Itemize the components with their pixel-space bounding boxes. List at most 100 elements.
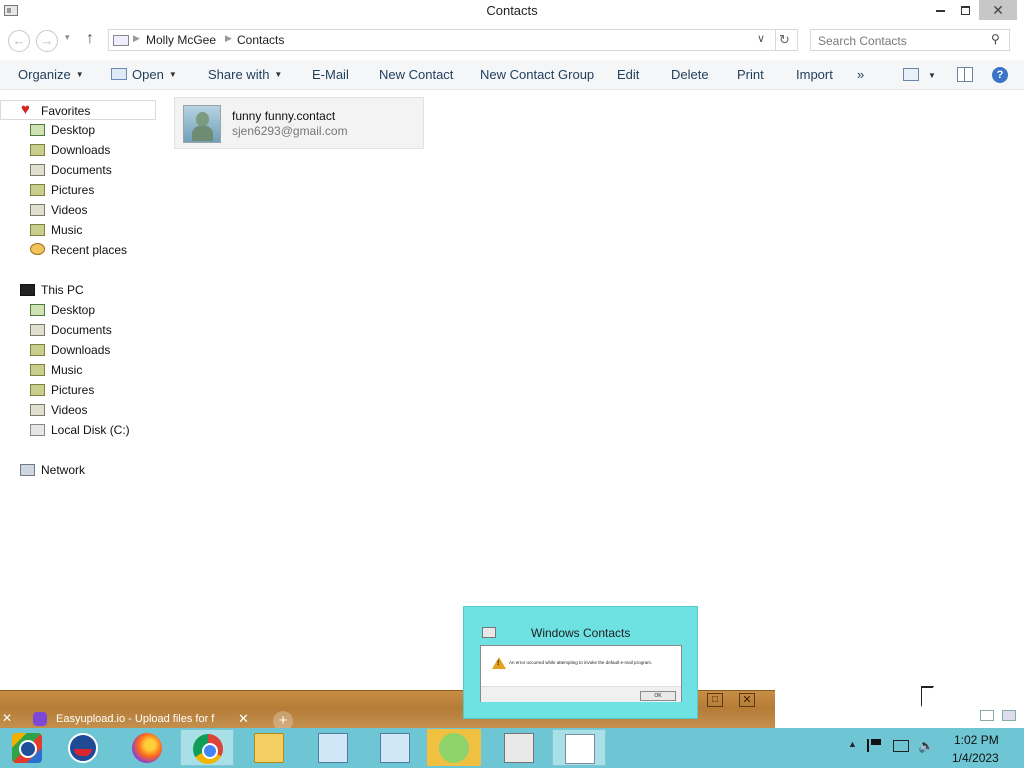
taskbar-app-obama[interactable] — [56, 729, 110, 766]
preview-pane-icon[interactable] — [957, 67, 973, 82]
nav-label: Local Disk (C:) — [51, 423, 130, 437]
taskbar-app-file-explorer[interactable] — [242, 729, 296, 766]
dialog-title: Windows Contacts — [531, 626, 631, 640]
show-hidden-icons-icon[interactable]: ▲ — [848, 739, 857, 749]
address-dropdown-icon[interactable]: ∨ — [757, 32, 765, 45]
browser-maximize-icon[interactable]: □ — [707, 693, 723, 707]
print-button[interactable]: Print — [737, 67, 764, 82]
taskbar-app-network-setup[interactable] — [306, 729, 360, 766]
restore-icon — [960, 6, 970, 15]
taskbar-app-chrome-profile[interactable] — [0, 729, 54, 766]
browser-tab-title[interactable]: Easyupload.io - Upload files for f — [56, 713, 231, 725]
share-dropdown-icon: ▼ — [274, 70, 283, 79]
import-button[interactable]: Import — [796, 67, 833, 82]
refresh-icon[interactable]: ↻ — [779, 32, 790, 48]
nav-label: Videos — [51, 203, 88, 217]
maximize-button[interactable] — [950, 0, 980, 20]
clock-date[interactable]: 1/4/2023 — [952, 751, 999, 765]
ok-button[interactable]: OK — [640, 691, 676, 701]
desktop-icon — [30, 304, 45, 316]
open-dropdown-icon: ▼ — [168, 70, 177, 79]
search-box[interactable]: Search Contacts ⚲ — [810, 29, 1010, 51]
browser-close-icon[interactable]: ✕ — [739, 693, 755, 707]
new-contact-button[interactable]: New Contact — [379, 67, 453, 82]
nav-fav-music[interactable]: Music — [0, 220, 156, 240]
forward-button[interactable]: → — [36, 30, 58, 52]
taskbar-app-contacts[interactable] — [427, 729, 481, 766]
nav-this-pc[interactable]: This PC — [0, 280, 156, 300]
nav-label: Recent places — [51, 243, 128, 257]
organize-button[interactable]: Organize ▼ — [18, 67, 84, 82]
nav-fav-desktop[interactable]: Desktop — [0, 120, 156, 140]
nav-pc-music[interactable]: Music — [0, 360, 156, 380]
nav-pc-videos[interactable]: Videos — [0, 400, 156, 420]
browser-close-tabs-icon[interactable]: ✕ — [2, 711, 12, 725]
taskbar-app-document[interactable] — [552, 729, 606, 766]
screen-icon — [504, 733, 534, 763]
email-button[interactable]: E-Mail — [312, 67, 349, 82]
new-contact-group-button[interactable]: New Contact Group — [480, 67, 594, 82]
change-view-icon[interactable] — [903, 68, 919, 81]
delete-button[interactable]: Delete — [671, 67, 709, 82]
edit-button[interactable]: Edit — [617, 67, 639, 82]
obama-icon — [68, 733, 98, 763]
pictures-folder-icon — [30, 184, 45, 196]
nav-fav-documents[interactable]: Documents — [0, 160, 156, 180]
action-center-flag-icon[interactable] — [867, 739, 881, 752]
view-dropdown-icon[interactable]: ▼ — [928, 71, 936, 80]
nav-label: Music — [51, 223, 83, 237]
tab-close-icon[interactable]: ✕ — [238, 711, 249, 727]
nav-label: Videos — [51, 403, 88, 417]
taskbar-app-screen[interactable] — [492, 729, 546, 766]
contacts-location-icon — [113, 35, 129, 46]
back-button[interactable]: ← — [8, 30, 30, 52]
nav-fav-pictures[interactable]: Pictures — [0, 180, 156, 200]
open-icon[interactable] — [111, 68, 127, 80]
people-icon — [439, 733, 469, 763]
nav-fav-videos[interactable]: Videos — [0, 200, 156, 220]
search-icon[interactable]: ⚲ — [991, 32, 1000, 46]
share-with-button[interactable]: Share with ▼ — [208, 67, 282, 82]
chrome-profile-icon — [12, 733, 42, 763]
nav-favorites[interactable]: ♥ Favorites — [0, 100, 156, 120]
taskbar-app-chrome[interactable] — [180, 729, 234, 766]
taskbar-app-firefox[interactable] — [120, 729, 174, 766]
nav-network[interactable]: Network — [0, 460, 156, 480]
search-input[interactable]: Search Contacts — [818, 34, 907, 48]
details-view-icon[interactable] — [980, 710, 994, 721]
nav-fav-downloads[interactable]: Downloads — [0, 140, 156, 160]
nav-label: Documents — [51, 163, 112, 177]
nav-pc-documents[interactable]: Documents — [0, 320, 156, 340]
nav-fav-recent-places[interactable]: Recent places — [0, 240, 156, 260]
taskbar-app-network-setup-2[interactable] — [368, 729, 422, 766]
up-arrow-icon[interactable]: ↑ — [86, 30, 94, 48]
breadcrumb-chevron-icon[interactable]: ▶ — [225, 33, 232, 44]
help-icon[interactable]: ? — [992, 67, 1008, 83]
breadcrumb-chevron-icon[interactable]: ▶ — [133, 33, 140, 44]
nav-label: Documents — [51, 323, 112, 337]
nav-label: Desktop — [51, 123, 96, 137]
breadcrumb-molly-mcgee[interactable]: Molly McGee — [146, 33, 216, 47]
address-bar[interactable]: ▶ Molly McGee ▶ Contacts ∨ ↻ — [108, 29, 798, 51]
clock-time[interactable]: 1:02 PM — [954, 733, 999, 747]
recent-locations-dropdown-icon[interactable]: ▾ — [65, 32, 70, 43]
local-disk-icon — [30, 424, 45, 436]
contact-tile[interactable]: funny funny.contact sjen6293@gmail.com — [174, 97, 424, 149]
breadcrumb-contacts[interactable]: Contacts — [237, 33, 284, 47]
navigation-bar: ← → ▾ ↑ ▶ Molly McGee ▶ Contacts ∨ ↻ Sea… — [0, 23, 1024, 57]
close-button[interactable]: ✕ — [979, 0, 1017, 20]
nav-pc-pictures[interactable]: Pictures — [0, 380, 156, 400]
large-icons-view-icon[interactable] — [1002, 710, 1016, 721]
nav-pc-desktop[interactable]: Desktop — [0, 300, 156, 320]
dialog-system-icon — [482, 627, 496, 638]
open-button[interactable]: Open ▼ — [132, 67, 177, 82]
nav-pc-local-disk[interactable]: Local Disk (C:) — [0, 420, 156, 440]
more-commands-button[interactable]: » — [857, 67, 864, 82]
volume-icon[interactable]: 🔈 — [918, 738, 934, 754]
recent-places-icon — [30, 243, 45, 255]
nav-pc-downloads[interactable]: Downloads — [0, 340, 156, 360]
network-icon — [20, 464, 35, 476]
navigation-pane: ♥ Favorites Desktop Downloads Documents … — [0, 92, 160, 692]
network-status-icon[interactable] — [893, 740, 909, 752]
computer-icon — [20, 284, 35, 296]
